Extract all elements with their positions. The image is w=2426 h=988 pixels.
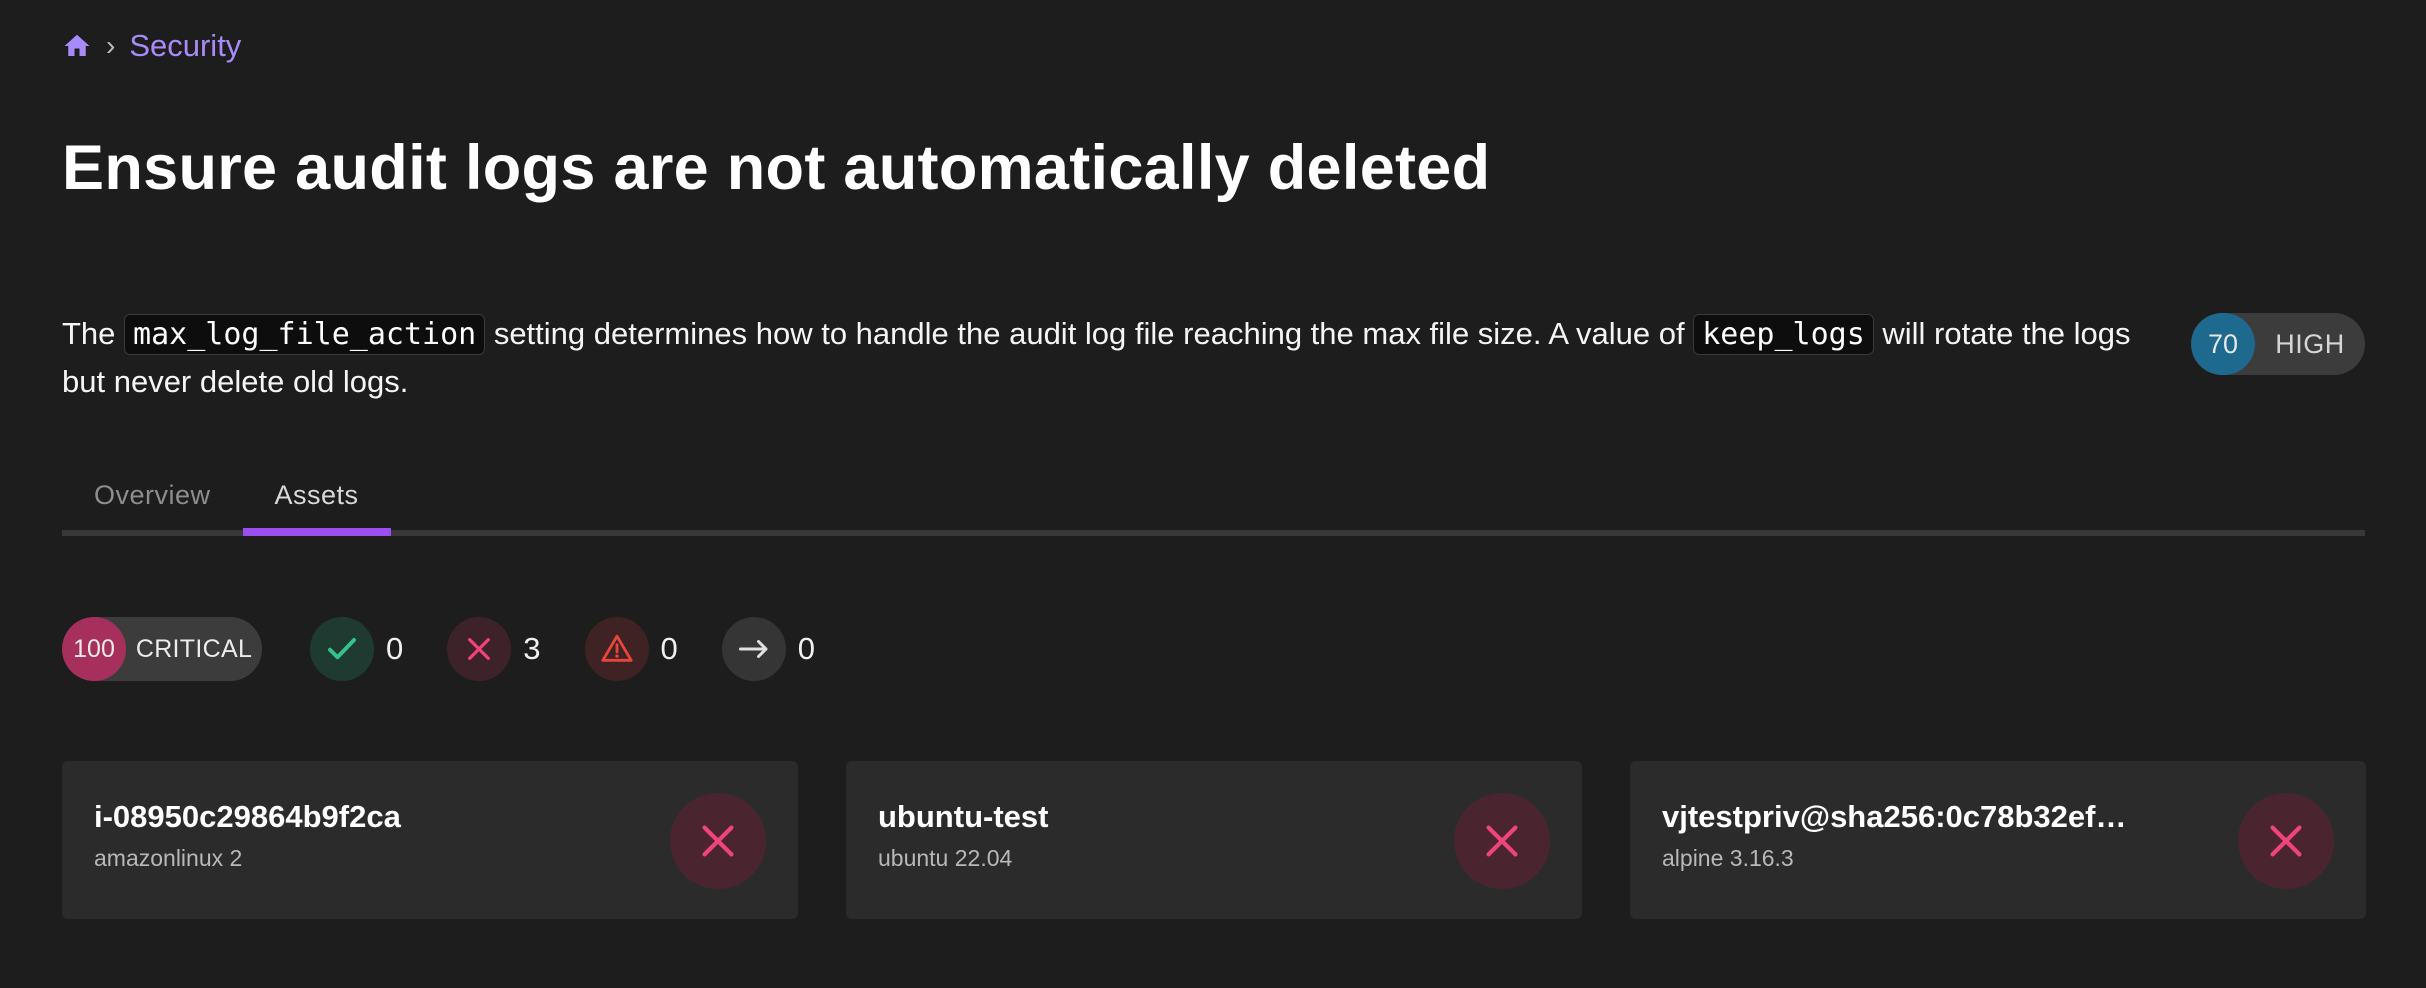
stat-passed[interactable]: 0 — [310, 617, 403, 681]
check-description: The max_log_file_action setting determin… — [62, 310, 2172, 405]
warning-icon — [584, 617, 649, 681]
failed-count: 3 — [523, 631, 541, 666]
x-icon — [670, 793, 766, 889]
x-icon — [2238, 793, 2334, 889]
errors-count: 0 — [660, 631, 678, 666]
description-text: setting determines how to handle the aud… — [485, 316, 1694, 351]
check-icon — [310, 617, 374, 681]
asset-card[interactable]: ubuntu-test ubuntu 22.04 — [846, 761, 1582, 919]
tab-bar: Overview Assets — [62, 460, 2365, 536]
asset-card[interactable]: vjtestpriv@sha256:0c78b32ef… alpine 3.16… — [1630, 761, 2366, 919]
asset-card[interactable]: i-08950c29864b9f2ca amazonlinux 2 — [62, 761, 798, 919]
tab-overview[interactable]: Overview — [62, 460, 243, 530]
description-text: The — [62, 316, 125, 351]
stat-errors[interactable]: 0 — [584, 617, 678, 681]
breadcrumb-separator: › — [106, 30, 116, 61]
breadcrumb-security[interactable]: Security — [129, 28, 241, 64]
risk-value: 100 — [62, 617, 126, 681]
stats-row: 100 CRITICAL 0 3 0 0 — [62, 617, 859, 681]
code-keep-logs: keep_logs — [1693, 314, 1874, 355]
asset-name: vjtestpriv@sha256:0c78b32ef… — [1662, 799, 2127, 834]
x-icon — [1454, 793, 1550, 889]
stat-failed[interactable]: 3 — [447, 617, 541, 681]
asset-name: ubuntu-test — [878, 799, 1049, 834]
asset-os: alpine 3.16.3 — [1662, 845, 1794, 871]
arrow-right-icon — [721, 617, 786, 681]
breadcrumb: › Security — [62, 28, 241, 64]
score-label: HIGH — [2275, 328, 2345, 359]
asset-name: i-08950c29864b9f2ca — [94, 799, 401, 834]
score-value: 70 — [2191, 313, 2255, 375]
page-title: Ensure audit logs are not automatically … — [62, 133, 1491, 203]
score-badge: 70 HIGH — [2191, 313, 2365, 375]
home-icon[interactable] — [62, 31, 92, 61]
code-max-log-file-action: max_log_file_action — [124, 314, 486, 355]
skipped-count: 0 — [797, 631, 815, 666]
risk-badge: 100 CRITICAL — [62, 617, 262, 681]
tab-assets[interactable]: Assets — [242, 460, 391, 536]
asset-os: ubuntu 22.04 — [878, 845, 1013, 871]
asset-os: amazonlinux 2 — [94, 845, 243, 871]
risk-label: CRITICAL — [135, 634, 253, 663]
x-icon — [447, 617, 512, 681]
stat-skipped[interactable]: 0 — [721, 617, 815, 681]
asset-list: i-08950c29864b9f2ca amazonlinux 2 ubuntu… — [62, 761, 2366, 919]
passed-count: 0 — [386, 631, 404, 666]
